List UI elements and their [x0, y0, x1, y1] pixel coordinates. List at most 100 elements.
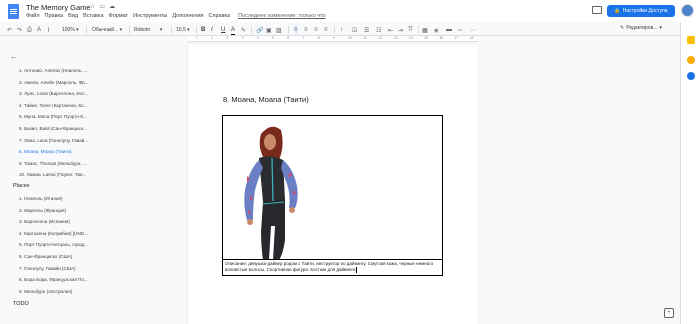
ruler-mark: 8 — [317, 36, 320, 40]
outline-item-place[interactable]: 3. Барселона (Испания) — [19, 219, 99, 224]
keep-icon[interactable] — [687, 36, 695, 44]
outline-item-place[interactable]: 5. Порт Пуэрто-Кетцаль, город... — [19, 242, 99, 247]
text-color-icon[interactable]: A — [231, 25, 236, 35]
checklist-icon[interactable]: ☑ — [352, 25, 357, 35]
menu-item[interactable]: Дополнения — [172, 13, 203, 19]
toolbar-divider — [196, 26, 197, 34]
docs-logo-icon[interactable] — [8, 4, 19, 19]
toolbar-divider — [334, 26, 335, 34]
calendar-icon[interactable] — [687, 56, 695, 64]
border-dash-icon[interactable]: ┅ — [458, 25, 462, 35]
highlight-icon[interactable]: ✎ — [241, 25, 246, 35]
outline-item-place[interactable]: 6. Сан-Франциско (США) — [19, 254, 99, 259]
editing-mode-select[interactable]: ✎ Редактиров... ▾ — [620, 25, 662, 31]
toolbar-divider — [86, 26, 87, 34]
menu-item[interactable]: Формат — [109, 13, 129, 19]
print-icon[interactable]: ⎙ — [27, 25, 32, 35]
outline-heading-places[interactable]: Places — [13, 183, 30, 189]
bg-color-icon[interactable]: ◈ — [434, 25, 439, 35]
style-select[interactable]: Обычный... ▾ — [92, 25, 122, 35]
ruler-mark: 2 — [226, 36, 229, 40]
border-width-icon[interactable]: ▬ — [446, 25, 452, 35]
ruler-mark: 14 — [408, 36, 413, 40]
outline-item-place[interactable]: 2. Марсель (Франция) — [19, 208, 99, 213]
outline-item-character[interactable]: 10. Ламаи, Lamai (Пхукет, Таи... — [19, 172, 99, 177]
outline-item-place[interactable]: 9. Мельбурн (Австралия) — [19, 289, 99, 294]
undo-icon[interactable]: ↶ — [7, 25, 12, 35]
menu-item[interactable]: Правка — [45, 13, 64, 19]
bulleted-list-icon[interactable]: ☰ — [364, 25, 369, 35]
toolbar-divider — [418, 26, 419, 34]
outline-item-character[interactable]: 5. Муна, Muna (Порт Пуэрто-К... — [19, 114, 99, 119]
ruler-mark: 13 — [393, 36, 398, 40]
ruler-mark: 18 — [469, 36, 474, 40]
character-photo[interactable] — [223, 116, 442, 260]
decrease-indent-icon[interactable]: ⇤ — [388, 25, 393, 35]
ruler-mark: 1 — [196, 36, 198, 40]
move-folder-icon[interactable]: ▭ — [99, 3, 105, 10]
outline-item-character[interactable]: 4. Тайне, Tiene (Картахена, Ко... — [19, 103, 99, 108]
bold-icon[interactable]: B — [201, 25, 205, 35]
more-options-icon[interactable]: ⋯ — [470, 25, 476, 35]
pencil-icon: ✎ — [620, 25, 625, 31]
numbered-list-icon[interactable]: ☷ — [376, 25, 381, 35]
account-avatar[interactable] — [681, 4, 694, 17]
italic-icon[interactable]: I — [211, 25, 213, 35]
outline-item-place[interactable]: 8. Бора Бора, Французская По... — [19, 277, 99, 282]
comments-icon[interactable] — [592, 6, 602, 14]
outline-item-character[interactable]: 6. Базил, Basil (Сан-Франциск... — [19, 126, 99, 131]
outline-item-character[interactable]: 2. Амели, Amelie (Марсель, Фр... — [19, 80, 99, 85]
align-left-icon[interactable]: ≡ — [294, 25, 298, 35]
spellcheck-icon[interactable]: A — [37, 25, 41, 35]
document-title[interactable]: The Memory Game — [26, 3, 91, 12]
underline-icon[interactable]: U — [221, 25, 225, 35]
star-icon[interactable]: ☆ — [90, 3, 95, 10]
menu-item[interactable]: Вид — [68, 13, 78, 19]
align-right-icon[interactable]: ≡ — [314, 25, 318, 35]
ruler-mark: 16 — [439, 36, 444, 40]
formatting-toolbar: ↶ ↷ ⎙ A ⌇ 100% ▾ Обычный... ▾ Roboto ▾ 1… — [0, 24, 700, 36]
outline-item-character[interactable]: 1. Антонио, Antonio (Неаполь, ... — [19, 68, 99, 73]
outline-item-place[interactable]: 7. Гонолулу, Гавайи (США) — [19, 266, 99, 271]
border-color-icon[interactable]: ▦ — [422, 25, 428, 35]
menu-item[interactable]: Вставка — [83, 13, 103, 19]
outline-item-place[interactable]: 1. Неаполь (Италия) — [19, 196, 99, 201]
explore-icon[interactable]: + — [664, 308, 674, 318]
align-justify-icon[interactable]: ≡ — [324, 25, 328, 35]
paint-format-icon[interactable]: ⌇ — [47, 25, 50, 35]
clear-formatting-icon[interactable]: T̸ — [408, 25, 412, 35]
line-spacing-icon[interactable]: ↕ — [340, 25, 343, 35]
comment-icon[interactable]: ▣ — [266, 25, 272, 35]
cloud-status-icon[interactable]: ☁ — [109, 3, 115, 10]
outline-item-place[interactable]: 4. Картахена (Колумбия) [UND... — [19, 231, 99, 236]
outline-item-character[interactable]: 8. Моана, Moana (Таити) — [19, 149, 99, 154]
share-button[interactable]: 🔒 Настройки Доступа — [607, 5, 675, 17]
redo-icon[interactable]: ↷ — [17, 25, 22, 35]
menu-item[interactable]: Справка — [209, 13, 231, 19]
lock-icon: 🔒 — [614, 8, 621, 14]
document-page[interactable]: 8. Моана, Moana (Таити) Описание: девушк… — [188, 44, 478, 324]
link-icon[interactable]: 🔗 — [256, 25, 263, 35]
ruler[interactable]: 1 1 2 3 4 5 6 7 8 9 10 11 12 13 14 15 16 17 18 — [188, 36, 478, 42]
zoom-select[interactable]: 100% ▾ — [62, 25, 79, 35]
font-size-select[interactable]: 10.5 ▾ — [176, 25, 190, 35]
menu-item[interactable]: Файл — [26, 13, 40, 19]
outline-heading-todo[interactable]: TODO — [13, 301, 29, 307]
app-header: The Memory Game ☆ ▭ ☁ Файл Правка Вид Встав… — [0, 0, 700, 22]
menu-item[interactable]: Инструменты — [133, 13, 167, 19]
character-description[interactable]: Описание: девушка-дайвер родом с Таити, … — [225, 261, 440, 273]
character-heading[interactable]: 8. Моана, Moana (Таити) — [223, 95, 309, 104]
tasks-icon[interactable] — [687, 72, 695, 80]
align-center-icon[interactable]: ≡ — [304, 25, 308, 35]
outline-item-character[interactable]: 3. Луис, Louis (Барселона, Исп... — [19, 91, 99, 96]
last-edit-link[interactable]: Последнее изменение: только что — [238, 13, 325, 19]
side-panel-rail — [680, 22, 700, 324]
font-select[interactable]: Roboto ▾ — [134, 25, 162, 35]
increase-indent-icon[interactable]: ⇥ — [398, 25, 403, 35]
outline-item-character[interactable]: 7. Лана, Lana (Гонолулу, Гавай... — [19, 138, 99, 143]
image-icon[interactable]: ▨ — [276, 25, 282, 35]
outline-item-character[interactable]: 9. Томас, Thomas (Мельбурн, ... — [19, 161, 99, 166]
back-arrow-icon[interactable]: ← — [10, 52, 18, 61]
character-image-cell[interactable] — [223, 116, 442, 260]
character-table[interactable]: Описание: девушка-дайвер родом с Таити, … — [222, 115, 443, 276]
